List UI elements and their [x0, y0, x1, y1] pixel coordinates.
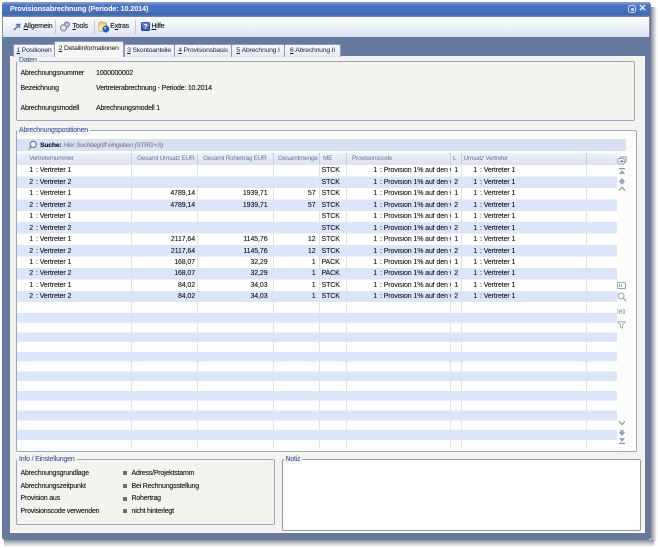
- svg-text:?: ?: [143, 24, 147, 31]
